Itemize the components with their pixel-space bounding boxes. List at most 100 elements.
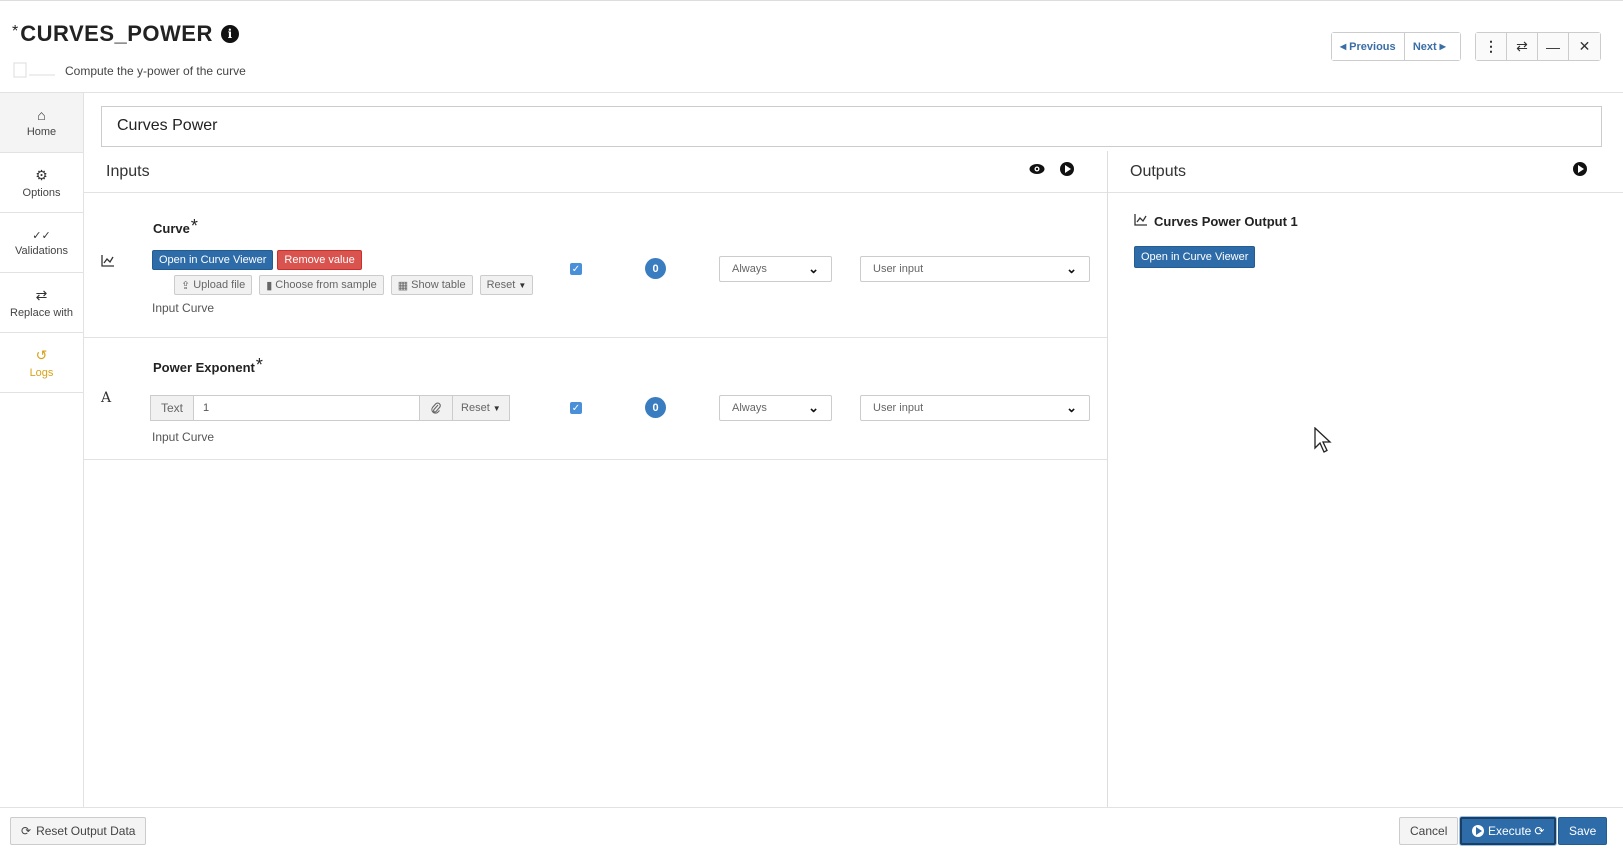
- remove-value-button[interactable]: Remove value: [277, 250, 362, 270]
- reset-label: Reset: [461, 402, 490, 414]
- file-icon: ▮: [266, 279, 273, 292]
- font-icon: A: [101, 390, 112, 406]
- minimize-button[interactable]: —: [1538, 33, 1569, 60]
- curve-secondary-actions: ⇪ Upload file ▮ Choose from sample ▦ Show t…: [174, 275, 534, 295]
- chart-line-icon: [1134, 214, 1148, 229]
- process-name-input[interactable]: Curves Power: [101, 106, 1602, 147]
- kebab-icon: ⋮: [1484, 38, 1498, 54]
- enabled-checkbox[interactable]: ✓: [570, 402, 582, 414]
- info-icon[interactable]: i: [220, 25, 239, 43]
- paperclip-icon[interactable]: [420, 395, 454, 421]
- caret-down-icon: ▼: [492, 403, 501, 413]
- chevron-down-icon: ⌄: [808, 400, 819, 415]
- input-label-text: Power Exponent: [153, 360, 255, 375]
- page-subtitle: Compute the y-power of the curve: [65, 64, 246, 78]
- cancel-label: Cancel: [1410, 824, 1448, 838]
- window-controls: ⋮ ⇄ — ✕: [1475, 32, 1601, 61]
- play-circle-icon: [1472, 825, 1484, 837]
- sidebar-item-label: Options: [22, 186, 61, 199]
- sidebar-item-home[interactable]: ⌂ Home: [0, 93, 83, 153]
- reset-output-label: Reset Output Data: [36, 824, 136, 838]
- reset-dropdown-button[interactable]: Reset ▼: [479, 275, 534, 295]
- enabled-checkbox[interactable]: ✓: [570, 263, 582, 275]
- refresh-icon: ⟳: [1534, 824, 1545, 838]
- curve-primary-actions: Open in Curve Viewer Remove value: [152, 250, 362, 270]
- sidebar-item-options[interactable]: ⚙ Options: [0, 153, 83, 213]
- chevron-down-icon: ⌄: [1066, 400, 1077, 415]
- swap-icon: ⇄: [35, 286, 48, 303]
- choose-sample-label: Choose from sample: [275, 279, 377, 291]
- swap-icon: ⇄: [1516, 38, 1528, 54]
- output-label: Curves Power Output 1: [1154, 214, 1298, 229]
- previous-button[interactable]: ◀ Previous: [1332, 33, 1405, 60]
- cancel-button[interactable]: Cancel: [1399, 817, 1459, 845]
- source-select[interactable]: User input ⌄: [860, 395, 1090, 421]
- output-item: Curves Power Output 1: [1134, 214, 1298, 229]
- page-title: CURVES_POWER: [20, 21, 213, 46]
- upload-file-button[interactable]: ⇪ Upload file: [174, 275, 253, 295]
- upload-icon: ⇪: [181, 279, 191, 292]
- chart-line-icon: [101, 255, 115, 270]
- save-button[interactable]: Save: [1558, 817, 1608, 845]
- source-value: User input: [873, 263, 924, 275]
- more-options-button[interactable]: ⋮: [1476, 33, 1507, 60]
- sidebar-item-replace-with[interactable]: ⇄ Replace with: [0, 273, 83, 333]
- choose-from-sample-button[interactable]: ▮ Choose from sample: [259, 275, 384, 295]
- condition-select[interactable]: Always ⌄: [719, 395, 832, 421]
- footer: ⟳ Reset Output Data Cancel Execute ⟳ Sav…: [0, 807, 1623, 850]
- reset-label: Reset: [486, 279, 516, 291]
- chevron-down-icon: ⌄: [808, 261, 819, 276]
- open-in-curve-viewer-button[interactable]: Open in Curve Viewer: [152, 250, 274, 270]
- input-label: Power Exponent*: [153, 355, 263, 377]
- sidebar-item-label: Replace with: [10, 306, 73, 319]
- sidebar-item-label: Home: [26, 126, 57, 138]
- record-nav-group: ◀ Previous Next ▶: [1331, 32, 1461, 61]
- table-icon: ▦: [397, 279, 409, 292]
- condition-select[interactable]: Always ⌄: [719, 256, 832, 282]
- chevron-down-icon: ⌄: [1066, 261, 1077, 276]
- input-description: Input Curve: [152, 301, 215, 315]
- module-logo-icon: [13, 62, 55, 78]
- swap-view-button[interactable]: ⇄: [1507, 33, 1538, 60]
- title-row: * CURVES_POWER i: [12, 21, 239, 47]
- input-description: Input Curve: [152, 430, 215, 444]
- close-icon: ✕: [1578, 38, 1591, 54]
- open-in-curve-viewer-button[interactable]: Open in Curve Viewer: [1134, 246, 1256, 268]
- next-button[interactable]: Next ▶: [1404, 33, 1460, 60]
- reset-dropdown-button[interactable]: Reset ▼: [453, 395, 510, 421]
- input-row-curve: Curve* Open in Curve Viewer Remove value…: [84, 193, 1107, 338]
- sidebar-item-label: Logs: [29, 366, 54, 379]
- count-badge: 0: [645, 258, 666, 279]
- outputs-title: Outputs: [1130, 163, 1187, 180]
- text-type-addon: Text: [150, 395, 195, 421]
- count-badge: 0: [645, 397, 666, 418]
- gear-icon: ⚙: [35, 166, 48, 183]
- show-table-button[interactable]: ▦ Show table: [390, 275, 473, 295]
- close-button[interactable]: ✕: [1569, 33, 1600, 60]
- power-exponent-input[interactable]: 1: [194, 395, 421, 421]
- caret-down-icon: ▼: [518, 280, 527, 290]
- execute-button[interactable]: Execute ⟳: [1460, 817, 1557, 845]
- input-row-power-exponent: A Power Exponent* Text 1 Reset ▼ Input Cu…: [84, 338, 1107, 460]
- minimize-icon: —: [1546, 38, 1560, 55]
- sidebar-item-logs[interactable]: ↺ Logs: [0, 333, 83, 393]
- play-circle-icon[interactable]: [1572, 161, 1588, 177]
- inputs-title: Inputs: [106, 163, 150, 180]
- caret-left-icon: ◀: [1340, 42, 1347, 51]
- previous-label: Previous: [1349, 40, 1396, 53]
- source-select[interactable]: User input ⌄: [860, 256, 1090, 282]
- sidebar-item-validations[interactable]: ✓✓ Validations: [0, 213, 83, 273]
- inputs-panel: Inputs Curve* Open in Curve Viewer Remov…: [84, 151, 1108, 807]
- play-circle-icon[interactable]: [1059, 161, 1075, 177]
- eye-icon[interactable]: [1029, 161, 1045, 177]
- inputs-header: Inputs: [84, 151, 1107, 193]
- outputs-panel: Outputs Curves Power Output 1 Open in Cu…: [1108, 151, 1623, 807]
- required-marker: *: [190, 216, 198, 236]
- double-check-icon: ✓✓: [32, 229, 51, 242]
- reset-output-data-button[interactable]: ⟳ Reset Output Data: [10, 817, 147, 845]
- next-label: Next: [1412, 40, 1437, 53]
- save-label: Save: [1569, 824, 1597, 838]
- history-icon: ↺: [35, 346, 48, 363]
- power-exponent-input-group: Text 1 Reset ▼: [150, 395, 510, 421]
- condition-value: Always: [732, 263, 767, 275]
